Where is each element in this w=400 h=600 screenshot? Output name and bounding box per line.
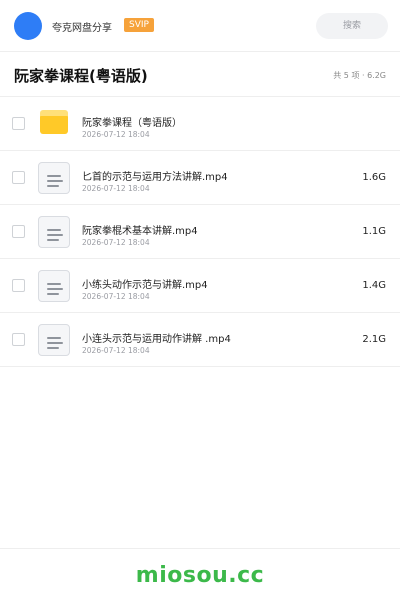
video-file-icon — [38, 324, 70, 356]
file-date: 2026-07-12 18:04 — [82, 292, 150, 301]
svip-badge: SVIP — [124, 18, 154, 32]
file-name: 小连头示范与运用动作讲解 .mp4 — [82, 334, 231, 345]
video-file-icon — [38, 162, 70, 194]
site-watermark: miosou.cc — [135, 563, 265, 588]
file-list: 阮家拳课程（粤语版） 2026-07-12 18:04 匕首的示范与运用方法讲解… — [0, 97, 400, 367]
select-checkbox[interactable] — [12, 225, 25, 238]
file-date: 2026-07-12 18:04 — [82, 346, 150, 355]
file-name: 阮家拳课程（粤语版） — [82, 118, 182, 129]
file-size: 1.6G — [362, 172, 386, 183]
list-item[interactable]: 阮家拳课程（粤语版） 2026-07-12 18:04 — [0, 97, 400, 151]
file-date: 2026-07-12 18:04 — [82, 238, 150, 247]
list-item[interactable]: 小连头示范与运用动作讲解 .mp4 2026-07-12 18:04 2.1G — [0, 313, 400, 367]
file-size: 2.1G — [362, 334, 386, 345]
select-checkbox[interactable] — [12, 333, 25, 346]
file-date: 2026-07-12 18:04 — [82, 184, 150, 193]
list-item[interactable]: 小练头动作示范与讲解.mp4 2026-07-12 18:04 1.4G — [0, 259, 400, 313]
page-title: 阮家拳课程(粤语版) — [14, 67, 148, 85]
folder-icon — [38, 108, 70, 140]
avatar[interactable] — [14, 12, 42, 40]
select-checkbox[interactable] — [12, 117, 25, 130]
file-name: 小练头动作示范与讲解.mp4 — [82, 280, 208, 291]
select-checkbox[interactable] — [12, 171, 25, 184]
file-date: 2026-07-12 18:04 — [82, 130, 150, 139]
top-bar: 夸克网盘分享 SVIP 搜索 — [0, 0, 400, 52]
video-file-icon — [38, 216, 70, 248]
select-checkbox[interactable] — [12, 279, 25, 292]
list-item[interactable]: 阮家拳棍术基本讲解.mp4 2026-07-12 18:04 1.1G — [0, 205, 400, 259]
search-input[interactable]: 搜索 — [316, 13, 388, 39]
file-size: 1.1G — [362, 226, 386, 237]
folder-header: 阮家拳课程(粤语版) 共 5 项 · 6.2G — [0, 52, 400, 97]
footer: miosou.cc — [0, 548, 400, 600]
file-size: 1.4G — [362, 280, 386, 291]
video-file-icon — [38, 270, 70, 302]
app-name: 夸克网盘分享 — [52, 23, 112, 34]
file-name: 阮家拳棍术基本讲解.mp4 — [82, 226, 198, 237]
file-name: 匕首的示范与运用方法讲解.mp4 — [82, 172, 228, 183]
list-item[interactable]: 匕首的示范与运用方法讲解.mp4 2026-07-12 18:04 1.6G — [0, 151, 400, 205]
item-summary: 共 5 项 · 6.2G — [333, 71, 386, 80]
